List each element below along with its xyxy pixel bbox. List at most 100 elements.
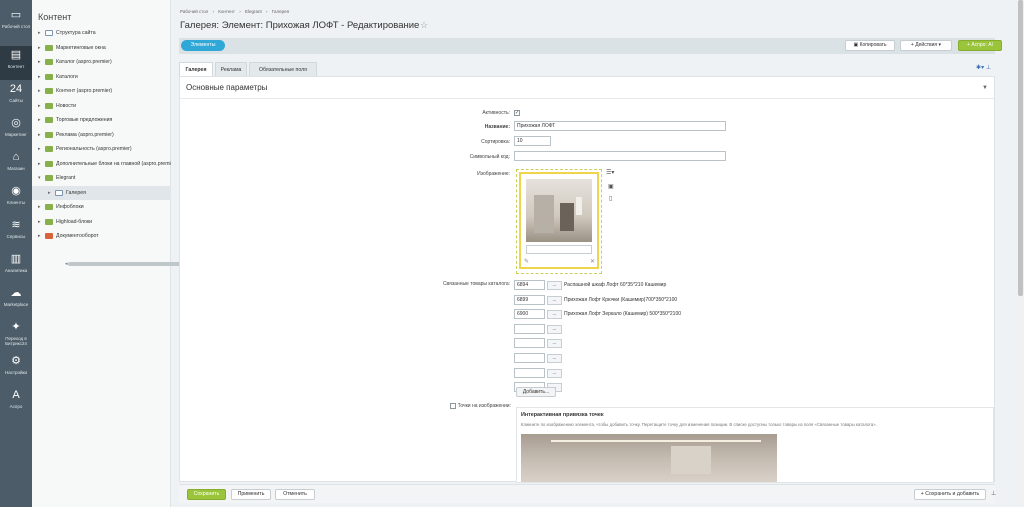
linked-product-select-button[interactable]: ... [547,339,562,349]
rail-item[interactable]: 24 Сайты [0,80,32,114]
elements-button[interactable]: Элементы [181,40,225,51]
content-icon: ▤ [10,49,22,61]
tree-item[interactable]: ▾ Elegrant [32,171,171,185]
tree-horizontal-scrollbar[interactable] [68,262,188,266]
chevron-right-icon[interactable]: ▸ [38,200,41,214]
image-description-input[interactable] [526,245,592,254]
rail-item[interactable]: ✦ Переход в Битрикс24 [0,318,32,352]
linked-product-select-button[interactable]: ... [547,324,562,334]
chevron-right-icon[interactable]: ▸ [38,26,41,40]
tree-item[interactable]: ▸ Инфоблоки [32,200,171,214]
sort-input[interactable]: 10 [514,136,551,146]
image-dropzone[interactable]: ✎ ✕ [516,169,602,274]
linked-product-id-input[interactable]: 6894 [514,280,545,290]
tree-title: Контент [38,12,72,22]
rail-item[interactable]: ▥ Аналитика [0,250,32,284]
scrollbar-thumb[interactable] [1018,0,1023,296]
rail-item[interactable]: A Аспро [0,386,32,420]
file-icon[interactable]: ▯ [609,195,612,202]
breadcrumb-item[interactable]: Контент [218,9,235,14]
tree-item[interactable]: ▸ Документооборот [32,229,171,243]
tree-item[interactable]: ▸ Реклама (aspro.premier) [32,128,171,142]
image-preview[interactable] [526,179,592,242]
tab-gallery[interactable]: Галерея [179,62,213,76]
chevron-right-icon[interactable]: ▸ [48,186,51,200]
chevron-right-icon[interactable]: ▸ [38,113,41,127]
rail-item[interactable]: ▤ Контент [0,46,32,80]
tree-item[interactable]: ▸ Маркетинговые окна [32,41,171,55]
chevron-down-icon[interactable]: ▾ [38,171,41,185]
breadcrumb-item[interactable]: Elegrant [245,9,262,14]
favorite-star-icon[interactable]: ☆ [420,20,428,31]
tree-item[interactable]: ▸ Торговые предложения [32,113,171,127]
cancel-button[interactable]: Отменить [275,489,315,500]
linked-product-id-input[interactable]: 6900 [514,309,545,320]
linked-product-id-input[interactable] [514,367,545,378]
tree-item[interactable]: ▸ Каталоги [32,70,171,84]
chevron-right-icon[interactable]: ▸ [38,70,41,84]
breadcrumb-item[interactable]: Рабочий стол [180,9,208,14]
tab-ads[interactable]: Реклама [215,62,247,76]
name-input[interactable]: Прихожая ЛОФТ [514,121,726,131]
image-stack-icon[interactable]: ▣ [608,183,614,190]
linked-product-id-input[interactable] [514,323,545,334]
save-button[interactable]: Сохранить [187,489,226,500]
rail-item[interactable]: ⚙ Настройки [0,352,32,386]
chevron-right-icon[interactable]: ▸ [38,55,41,69]
tree-item[interactable]: ▸ Контент (aspro.premier) [32,84,171,98]
chevron-right-icon[interactable]: ▸ [38,128,41,142]
linked-product-select-button[interactable]: ... [547,354,562,363]
chevron-right-icon[interactable]: ▸ [38,41,41,55]
save-and-add-button[interactable]: + Сохранить и добавить [914,489,986,500]
rail-item-label: Клиенты [6,200,26,205]
linked-product-id-input[interactable]: 6899 [514,294,545,305]
tree-item[interactable]: ▸ Галерея [32,185,171,200]
copy-button[interactable]: ▣ Копировать [845,40,895,51]
tree-item[interactable]: ▸ Новости [32,99,171,113]
tree-item[interactable]: ▸ Структура сайта [32,26,171,40]
chevron-right-icon[interactable]: ▸ [38,157,41,171]
chevron-right-icon[interactable]: ▸ [38,84,41,98]
interactive-points-image[interactable] [521,434,777,482]
linked-product-id-input[interactable] [514,353,545,363]
chevron-right-icon[interactable]: ▸ [38,215,41,229]
add-product-button[interactable]: Добавить... [516,387,556,397]
rail-item[interactable]: ◉ Клиенты [0,182,32,216]
collapse-icon[interactable]: ▼ [982,85,988,91]
code-input[interactable] [514,151,726,161]
linked-product-id-input[interactable] [514,338,545,349]
rail-item[interactable]: ▭ Рабочий стол [0,6,32,40]
rail-item[interactable]: ◎ Маркетинг [0,114,32,148]
apply-button[interactable]: Применить [231,489,271,500]
rail-item-label: Аналитика [4,268,28,273]
pin-icon[interactable]: ⊥ [986,65,991,71]
settings-icon[interactable]: ✱▾ [976,65,984,71]
rail-item[interactable]: ☁ Marketplace [0,284,32,318]
actions-button[interactable]: + Действия ▾ [900,40,952,51]
chevron-right-icon[interactable]: ▸ [38,142,41,156]
linked-product-select-button[interactable]: ... [547,368,562,378]
linked-product-select-button[interactable]: ... [547,295,562,305]
tree-item[interactable]: ▸ Highload-блоки [32,215,171,229]
pencil-icon[interactable]: ✎ [524,258,529,265]
pin-icon[interactable]: ⊥ [991,490,996,497]
rail-item[interactable]: ⌂ Магазин [0,148,32,182]
tree-item-label: Документооборот [56,233,99,239]
chevron-right-icon[interactable]: ▸ [38,99,41,113]
tab-required-fields[interactable]: Обязательные поля [249,62,317,76]
active-checkbox[interactable]: ✓ [514,110,520,116]
close-icon[interactable]: ✕ [590,258,595,265]
chevron-right-icon[interactable]: ▸ [38,229,41,243]
tree-item[interactable]: ▸ Каталог (aspro.premier) [32,55,171,69]
aspro-ai-button[interactable]: + Аспро: AI [958,40,1002,51]
folder-icon [45,131,53,138]
rail-item[interactable]: ≋ Сервисы [0,216,32,250]
linked-product-select-button[interactable]: ... [547,310,562,320]
tree-item[interactable]: ▸ Региональность (aspro.premier) [32,142,171,156]
tree-item[interactable]: ▸ Дополнительные блоки на главной (aspro.… [32,157,171,171]
page-scrollbar[interactable] [1017,0,1024,507]
breadcrumb-item[interactable]: Галерея [272,9,289,14]
linked-product-select-button[interactable]: ... [547,281,562,290]
folder-icon [45,160,53,167]
menu-dropdown-icon[interactable]: ☰▾ [606,169,614,176]
